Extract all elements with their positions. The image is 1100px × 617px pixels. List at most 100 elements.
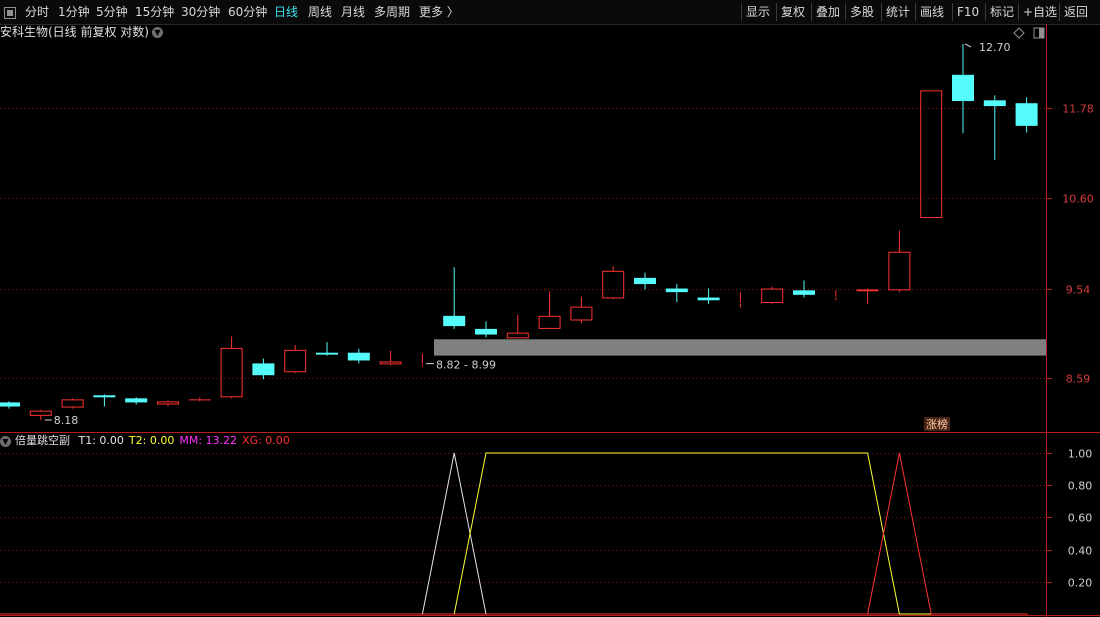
period-tab-3[interactable]: 15分钟 [135, 0, 174, 24]
indicator-tick-label: 0.60 [1068, 512, 1093, 525]
candle-body [1015, 103, 1038, 126]
period-tab-8[interactable]: 月线 [341, 0, 365, 24]
candle [952, 44, 974, 134]
rank-badge: 涨榜 [926, 417, 948, 431]
candle-body [761, 288, 784, 303]
candle [347, 348, 370, 364]
candle [284, 345, 307, 374]
toolbar-divider [845, 3, 846, 21]
period-tab-5[interactable]: 60分钟 [228, 0, 267, 24]
candle-body [856, 289, 879, 292]
toolbar-button-9[interactable]: 返回 [1064, 0, 1088, 24]
low-price-label: 8.18 [54, 414, 79, 427]
indicator-line-t2 [453, 452, 932, 615]
toolbar-button-2[interactable]: 叠加 [816, 0, 840, 24]
candle-body [284, 349, 307, 373]
indicator-value-t1: T1: 0.00 [78, 434, 124, 447]
toolbar-divider [1018, 3, 1019, 21]
toolbar-button-6[interactable]: F10 [957, 0, 979, 24]
candle-body [379, 361, 402, 365]
period-tab-2[interactable]: 5分钟 [96, 0, 128, 24]
indicator-tick-label: 0.80 [1068, 480, 1093, 493]
candle [220, 336, 243, 399]
badge-bg [924, 417, 950, 431]
period-tab-9[interactable]: 多周期 [374, 0, 410, 24]
price-tick-label: 10.60 [1062, 193, 1094, 206]
price-tick-label: 8.59 [1066, 373, 1091, 386]
price-gridlines [0, 108, 1046, 379]
candle [983, 95, 1006, 160]
period-tab-1[interactable]: 1分钟 [58, 0, 90, 24]
candle [252, 358, 275, 380]
high-price-label: 12.70 [979, 41, 1011, 54]
candle [316, 342, 338, 356]
toolbar-button-5[interactable]: 画线 [920, 0, 944, 24]
indicator-values: T1: 0.00 T2: 0.00 MM: 13.22 XG: 0.00 [79, 434, 295, 447]
chevron-down-icon[interactable]: ▼ [152, 27, 163, 38]
candle-body [697, 297, 720, 301]
toolbar-button-0[interactable]: 显示 [746, 0, 770, 24]
candle-body [443, 315, 466, 327]
toolbar-divider [776, 3, 777, 21]
candle-body [665, 288, 688, 293]
high-marker-arrow [964, 43, 972, 48]
indicator-header: ▼ 倍量跳空副 T1: 0.00 T2: 0.00 MM: 13.22 XG: 0.00 [0, 433, 300, 449]
toolbar-divider [952, 3, 953, 21]
candle-body [570, 306, 593, 321]
candle [157, 400, 179, 407]
candle [761, 286, 784, 304]
price-tick-label: 11.78 [1062, 103, 1094, 116]
candle-body [506, 332, 529, 339]
candle-body [29, 410, 52, 416]
candle [570, 296, 593, 324]
layout-icons [1013, 27, 1045, 39]
toolbar-button-4[interactable]: 统计 [886, 0, 910, 24]
indicator-tick-label: 1.00 [1068, 448, 1093, 461]
toolbar-divider [985, 3, 986, 21]
candle-body [220, 347, 243, 398]
indicator-value-t2: T2: 0.00 [128, 434, 175, 447]
toolbar-button-3[interactable]: 多股 [850, 0, 874, 24]
indicator-lines [0, 452, 1028, 615]
candle [188, 397, 211, 402]
indicator-line-xg [867, 452, 932, 615]
chevron-down-icon[interactable]: ▼ [0, 435, 11, 447]
period-tab-10[interactable]: 更多 〉 [419, 0, 459, 24]
candle-body [61, 399, 84, 408]
candle-body [793, 290, 815, 295]
price-tick-label: 9.54 [1066, 284, 1091, 297]
indicator-name: 倍量跳空副 [15, 434, 70, 447]
candle [602, 266, 625, 300]
support-zone [434, 339, 1046, 356]
toolbar-divider [1059, 3, 1060, 21]
toolbar-button-1[interactable]: 复权 [781, 0, 805, 24]
candle-body [983, 100, 1006, 107]
candle [856, 288, 879, 304]
candle [93, 394, 116, 407]
zone-range-label: 8.82 - 8.99 [436, 359, 496, 372]
period-tab-6[interactable]: 日线 [274, 0, 298, 24]
price-annotations: 12.70 8.18 8.82 - 8.99 涨榜 [44, 41, 1011, 431]
toolbar-button-8[interactable]: +自选 [1023, 0, 1057, 24]
period-tab-7[interactable]: 周线 [308, 0, 332, 24]
menu-icon-graphic [4, 6, 16, 19]
toolbar-divider [811, 3, 812, 21]
candle-body [347, 352, 370, 361]
candle [125, 397, 148, 405]
candle [920, 90, 943, 219]
indicator-value-mm: MM: 13.22 [179, 434, 238, 447]
candle-body [538, 315, 561, 329]
candle-body [252, 363, 275, 376]
candle [697, 288, 720, 304]
menu-icon[interactable] [4, 0, 16, 24]
candle-body [93, 395, 116, 398]
toolbar-button-7[interactable]: 标记 [990, 0, 1014, 24]
candle [634, 272, 656, 290]
candle [475, 321, 497, 338]
period-tab-4[interactable]: 30分钟 [181, 0, 220, 24]
candle [61, 398, 84, 409]
toolbar-divider [741, 3, 742, 21]
period-tab-0[interactable]: 分时 [25, 0, 49, 24]
candle [506, 314, 529, 339]
stock-title[interactable]: 安科生物(日线 前复权 对数) ▼ [0, 24, 163, 40]
